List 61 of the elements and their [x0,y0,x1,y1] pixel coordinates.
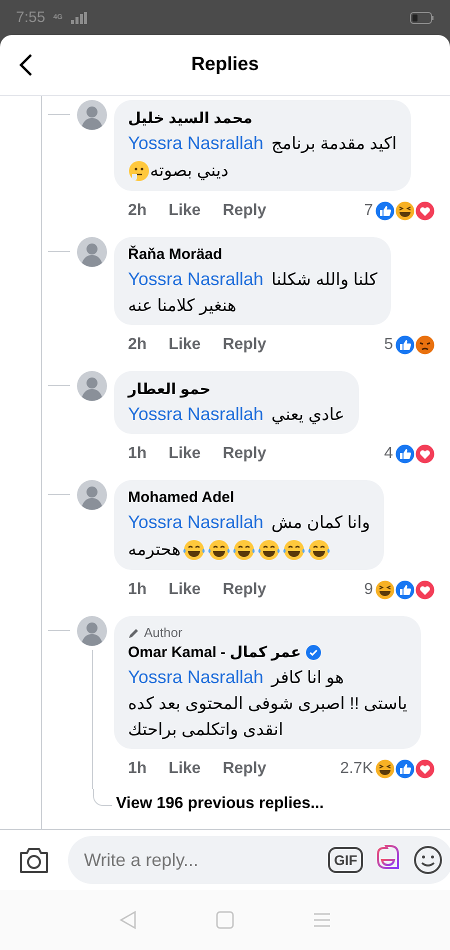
reaction-count: 2.7K [340,760,373,778]
comment-time: 1h [128,760,147,778]
reply-link[interactable]: Reply [222,760,266,778]
reaction-count: 5 [384,336,393,354]
camera-icon[interactable] [18,846,50,874]
mention-link[interactable]: Yossra Nasrallah [128,133,264,154]
comment-text: ياستى !! اصبرى شوفى المحتوى بعد كده [128,694,408,714]
battery-icon [410,12,434,24]
pen-icon [128,626,140,638]
signal-icon [70,12,87,24]
mention-link[interactable]: Yossra Nasrallah [128,404,264,425]
comment-text: هحترمه [128,540,181,560]
mention-link[interactable]: Yossra Nasrallah [128,512,264,533]
emoji-icon[interactable] [413,845,444,875]
comment-text: وانا كمان مش [271,512,370,532]
comment-text: هو انا كافر [271,668,344,688]
comment-time: 1h [128,445,147,463]
comment-time: 1h [128,581,147,599]
like-link[interactable]: Like [168,581,201,599]
like-link[interactable]: Like [168,336,201,354]
nav-home-icon[interactable] [216,911,234,929]
comment-text: ديني بصوته [150,161,228,181]
mention-link[interactable]: Yossra Nasrallah [128,269,264,290]
comment-text: انقدى واتكلمى براحتك [128,720,284,740]
reaction-count: 4 [384,445,393,463]
like-link[interactable]: Like [168,445,201,463]
comment-time: 2h [128,202,147,220]
commenter-name[interactable]: Mohamed Adel [128,489,234,506]
status-time: 7:55 [16,9,46,26]
author-label: Author [144,625,182,640]
nav-menu-icon[interactable] [312,912,331,928]
comment-text: عادي يعني [271,404,345,424]
avatar[interactable] [77,616,107,646]
reply-input-field[interactable]: Write a reply... GIF [68,836,450,884]
commenter-name[interactable]: محمد السيد خليل [128,109,252,127]
avatar[interactable] [77,371,107,401]
reply-link[interactable]: Reply [222,581,266,599]
header-title: Replies [191,54,259,76]
avatar[interactable] [77,480,107,510]
mention-link[interactable]: Yossra Nasrallah [128,667,264,688]
like-link[interactable]: Like [168,202,201,220]
nav-back-icon[interactable] [119,910,138,930]
comment-text: هنغير كلامنا عنه [128,296,236,316]
reply-link[interactable]: Reply [222,445,266,463]
back-button[interactable] [18,53,34,77]
comment-text: اكيد مقدمة برنامج [271,134,397,154]
reaction-count: 9 [364,581,373,599]
avatar[interactable] [77,100,107,130]
reply-link[interactable]: Reply [222,336,266,354]
view-previous-replies-link[interactable]: View 196 previous replies... [112,795,324,813]
commenter-name[interactable]: Omar Kamal - عمر كمال [128,643,301,661]
avatar[interactable] [77,237,107,267]
comment-time: 2h [128,336,147,354]
commenter-name[interactable]: Řaňa Moräad [128,246,222,263]
gif-button[interactable]: GIF [328,847,364,873]
reply-link[interactable]: Reply [222,202,266,220]
like-link[interactable]: Like [168,760,201,778]
reaction-count: 7 [364,202,373,220]
comment-text: كلنا والله شكلنا [271,270,378,290]
connector-line [93,789,112,806]
commenter-name[interactable]: حمو العطار [128,380,211,398]
